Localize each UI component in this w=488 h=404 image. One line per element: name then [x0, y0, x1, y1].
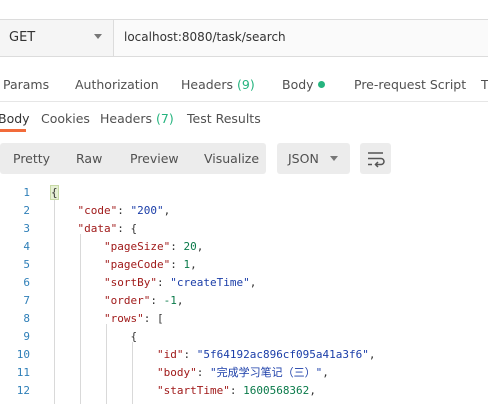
json-string: "createTime": [170, 276, 250, 289]
line-number: 10: [16, 348, 30, 361]
json-key: "order": [103, 294, 151, 307]
wrap-lines-icon: [368, 152, 385, 168]
json-number: -1: [163, 294, 177, 307]
line-number: 7: [23, 294, 30, 307]
url-input[interactable]: localhost:8080/task/search: [124, 30, 286, 44]
response-tab-headers[interactable]: Headers (7): [100, 111, 174, 126]
json-key: "sortBy": [103, 276, 157, 289]
request-tabs: Params Authorization Headers (9) Body Pr…: [0, 68, 488, 102]
code-line: "rows": [: [103, 312, 164, 325]
code-line: "body": "完成学习笔记（三）",: [156, 366, 329, 379]
line-number: 8: [23, 312, 30, 325]
code-line: "id": "5f64192ac896cf095a41a3f6",: [156, 348, 376, 361]
tab-body-label: Body: [282, 77, 314, 92]
response-body-viewer[interactable]: 1 2 3 4 5 6 7 8 9 10 11 12 { "code": "20…: [0, 184, 488, 404]
code-line: "code": "200",: [77, 204, 171, 217]
response-tabs: Body Cookies Headers (7) Test Results: [0, 102, 488, 134]
tab-headers-label: Headers: [181, 77, 234, 92]
json-key: "startTime": [156, 384, 230, 397]
code-line: "order": -1,: [103, 294, 184, 307]
response-toolbar: Pretty Raw Preview Visualize JSON: [0, 143, 488, 175]
active-tab-indicator: [0, 129, 26, 132]
line-number: 3: [23, 222, 30, 235]
code-line: "startTime": 1600568362,: [156, 384, 316, 397]
json-key: "code": [77, 204, 118, 217]
code-line: "pageCode": 1,: [103, 258, 197, 271]
method-select[interactable]: GET: [0, 20, 114, 56]
line-number-gutter: 1 2 3 4 5 6 7 8 9 10 11 12: [0, 184, 44, 400]
json-key: "rows": [103, 312, 144, 325]
tab-headers[interactable]: Headers (9): [181, 77, 255, 92]
tab-authorization[interactable]: Authorization: [75, 77, 159, 92]
json-number: 20: [183, 240, 197, 253]
code-line: "sortBy": "createTime",: [103, 276, 257, 289]
code-line: {: [50, 184, 488, 202]
json-key: "id": [156, 348, 184, 361]
format-label: JSON: [288, 151, 319, 166]
preview-button[interactable]: Preview: [130, 151, 179, 166]
visualize-button[interactable]: Visualize: [204, 151, 259, 166]
line-number: 5: [23, 258, 30, 271]
wrap-lines-button[interactable]: [360, 143, 391, 174]
json-string: "5f64192ac896cf095a41a3f6": [196, 348, 369, 361]
body-indicator-dot: [317, 81, 325, 88]
tab-body[interactable]: Body: [282, 77, 325, 92]
raw-button[interactable]: Raw: [76, 151, 102, 166]
line-number: 6: [23, 276, 30, 289]
code-lines: { "code": "200", "data": { "pageSize": 2…: [50, 184, 488, 400]
tab-pre-request-script[interactable]: Pre-request Script: [354, 77, 466, 92]
code-line: {: [51, 330, 138, 343]
line-number: 1: [23, 186, 30, 199]
view-mode-group: Pretty Raw Preview Visualize: [0, 143, 266, 174]
tab-tests[interactable]: T: [481, 77, 488, 92]
response-tab-test-results[interactable]: Test Results: [187, 111, 261, 126]
format-select[interactable]: JSON: [277, 143, 350, 174]
line-number: 4: [23, 240, 30, 253]
chevron-down-icon: [330, 156, 338, 161]
tab-params[interactable]: Params: [3, 77, 49, 92]
chevron-down-icon: [94, 34, 102, 39]
line-number: 2: [23, 204, 30, 217]
request-url-bar: GET localhost:8080/task/search: [0, 19, 488, 57]
line-number: 12: [16, 384, 30, 397]
line-number: 11: [16, 366, 30, 379]
headers-count-badge: (9): [237, 77, 255, 92]
json-string: "200": [130, 204, 164, 217]
response-headers-count: (7): [156, 111, 174, 126]
json-key: "pageCode": [103, 258, 171, 271]
json-string: "完成学习笔记（三）": [209, 366, 323, 379]
json-key: "data": [77, 222, 118, 235]
response-tab-body[interactable]: Body: [0, 111, 30, 126]
json-key: "pageSize": [103, 240, 171, 253]
code-line: "data": {: [77, 222, 138, 235]
json-number: 1600568362: [243, 384, 310, 397]
response-tab-headers-label: Headers: [100, 111, 153, 126]
brace: {: [50, 185, 59, 200]
method-label: GET: [9, 30, 36, 45]
code-line: "pageSize": 20,: [103, 240, 204, 253]
line-number: 9: [23, 330, 30, 343]
pretty-button[interactable]: Pretty: [13, 151, 50, 166]
json-key: "body": [156, 366, 197, 379]
response-tab-cookies[interactable]: Cookies: [41, 111, 90, 126]
